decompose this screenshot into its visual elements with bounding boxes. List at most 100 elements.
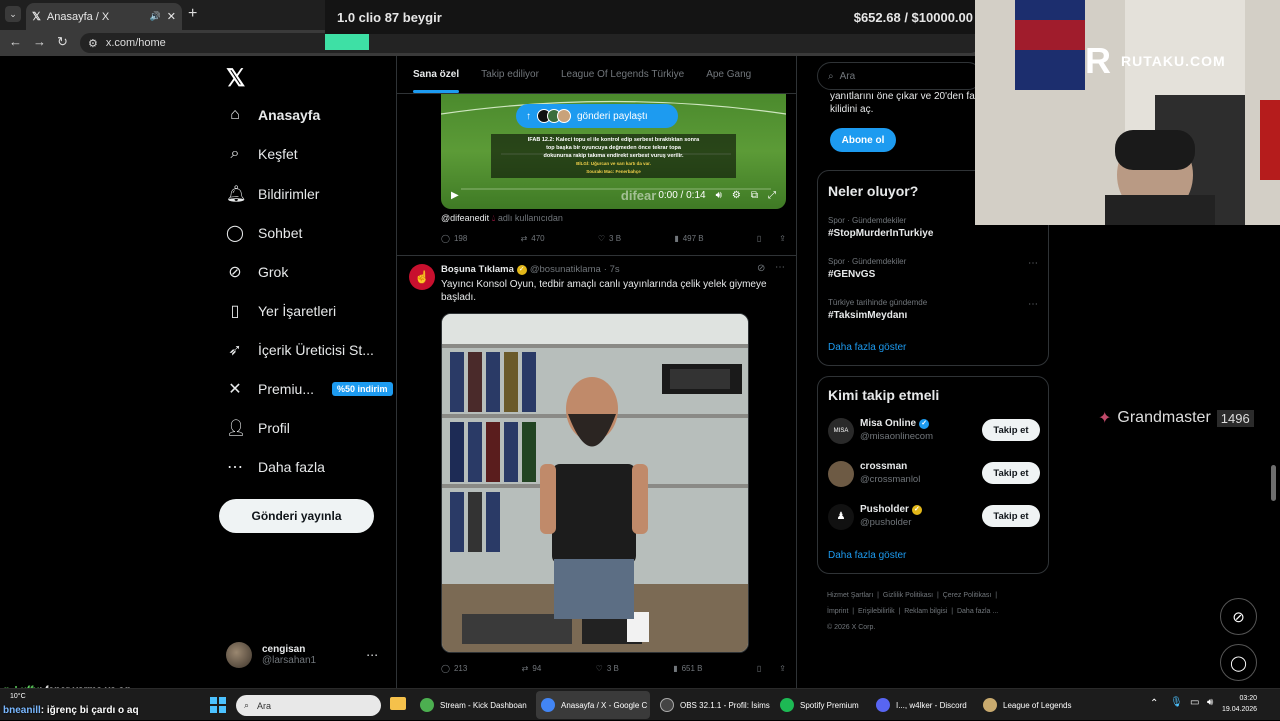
tab-for-you[interactable]: Sana özel xyxy=(413,69,460,93)
x-logo-icon[interactable]: 𝕏 xyxy=(226,64,245,93)
footer-link[interactable]: Hizmet Şartları xyxy=(827,592,873,599)
like-button[interactable]: ♡ 3 B xyxy=(596,664,619,673)
more-dots-icon[interactable]: ⋯ xyxy=(366,648,378,662)
views-button[interactable]: ▮ 651 B xyxy=(673,664,702,673)
taskbar-app[interactable]: League of Legends xyxy=(983,689,1072,721)
post-button[interactable]: Gönderi yayınla xyxy=(219,499,374,533)
reload-icon[interactable]: ↻ xyxy=(57,34,68,50)
tab-ape-gang[interactable]: Ape Gang xyxy=(706,69,751,80)
webcam-scene xyxy=(975,0,1280,225)
view-count: 497 B xyxy=(682,234,704,243)
tab-lol-turkiye[interactable]: League Of Legends Türkiye xyxy=(561,69,684,80)
system-clock[interactable]: 03:20 19.04.2026 xyxy=(1222,693,1257,715)
speaker-icon[interactable]: 🔊 xyxy=(150,11,161,22)
credit-user[interactable]: @difeanedit xyxy=(441,213,489,223)
subscribe-button[interactable]: Abone ol xyxy=(830,128,896,152)
forward-icon[interactable]: → xyxy=(33,34,46,49)
site-info-icon[interactable]: ⚙ xyxy=(88,37,98,50)
taskbar-app[interactable]: Spotify Premium xyxy=(780,689,859,721)
trend-more-icon[interactable]: ⋯ xyxy=(1028,299,1038,310)
close-tab-icon[interactable]: ✕ xyxy=(167,10,176,23)
nav-item-explore[interactable]: ⌕ Keşfet xyxy=(226,145,298,163)
trend-name[interactable]: #StopMurderInTurkiye xyxy=(828,228,933,239)
new-tab-button[interactable]: + xyxy=(188,5,197,23)
bookmark-button[interactable]: ▯ ⇪ xyxy=(757,234,786,243)
post-author-name[interactable]: Boşuna Tıklama xyxy=(441,264,514,275)
play-icon[interactable]: ▶ xyxy=(451,190,459,201)
nav-item-grok[interactable]: ⊘ Grok xyxy=(226,262,288,282)
nav-item-profile[interactable]: 👤︎ Profil xyxy=(226,418,290,438)
messages-fab-button[interactable]: ◯ xyxy=(1220,644,1257,681)
follow-button[interactable]: Takip et xyxy=(982,462,1040,484)
grok-fab-button[interactable]: ⊘ xyxy=(1220,598,1257,635)
fullscreen-icon[interactable]: ⤢ xyxy=(768,190,776,201)
footer-link[interactable]: İmprint xyxy=(827,608,848,615)
repost-button[interactable]: ⇄ 470 xyxy=(521,234,545,243)
windows-start-icon[interactable] xyxy=(210,697,226,713)
post-time[interactable]: · 7s xyxy=(604,264,620,275)
view-count: 651 B xyxy=(681,664,703,673)
footer-link[interactable]: Erişilebilirlik xyxy=(858,608,895,615)
post-author-handle[interactable]: @bosunatiklama xyxy=(530,264,601,275)
reply-button[interactable]: ◯ 213 xyxy=(441,664,467,673)
volume-icon[interactable]: 🔊︎ xyxy=(1207,697,1213,708)
settings-icon[interactable]: ⚙ xyxy=(732,190,741,201)
network-icon[interactable]: ▭ xyxy=(1190,697,1199,708)
like-button[interactable]: ♡ 3 B xyxy=(598,234,621,243)
bookmark-button[interactable]: ▯ ⇪ xyxy=(757,664,786,673)
search-input[interactable]: ⌕ Ara xyxy=(817,62,982,90)
trend-name[interactable]: #TaksimMeydanı xyxy=(828,310,907,321)
shared-post-pill[interactable]: ↑ gönderi paylaştı xyxy=(516,104,678,128)
footer-link[interactable]: Gizlilik Politikası xyxy=(883,592,933,599)
post-more-icon[interactable]: ⋯ xyxy=(775,262,785,273)
follow-suggestion[interactable]: ♟ Pusholder ✓ @pusholder Takip et xyxy=(828,502,1040,532)
page-scrollbar[interactable] xyxy=(1271,465,1276,501)
follow-suggestion[interactable]: crossman @crossmanlol Takip et xyxy=(828,459,1040,489)
taskbar-app[interactable]: OBS 32.1.1 - Profil: İsims xyxy=(660,689,770,721)
follow-show-more-link[interactable]: Daha fazla göster xyxy=(828,550,906,561)
nav-item-creator-studio[interactable]: ➶ İçerik Üreticisi St... xyxy=(226,340,374,360)
tab-following[interactable]: Takip ediliyor xyxy=(481,69,539,80)
video-player[interactable]: ↑ gönderi paylaştı IFAB 12.2: Kaleci top… xyxy=(441,94,786,209)
nav-item-home[interactable]: ⌂ Anasayfa xyxy=(226,106,320,124)
taskbar-app[interactable]: Stream - Kick Dashboan xyxy=(420,689,527,721)
account-switcher[interactable]: cengisan @larsahan1 ⋯ xyxy=(226,642,378,668)
microphone-icon[interactable]: 🎙︎ xyxy=(1170,697,1183,708)
taskbar-search-input[interactable]: ⌕ Ara xyxy=(236,695,381,716)
nav-item-premium[interactable]: ✕ Premiu... %50 indirim xyxy=(226,379,393,399)
taskbar-app[interactable]: Anasayfa / X - Google C xyxy=(541,689,647,721)
follow-button[interactable]: Takip et xyxy=(982,419,1040,441)
weather-widget[interactable]: 10°C xyxy=(10,693,26,700)
follow-suggestion[interactable]: MISA Misa Online ✓ @misaonlinecom Takip e… xyxy=(828,416,1040,446)
volume-icon[interactable]: 🔊︎ xyxy=(716,190,722,201)
nav-item-bookmarks[interactable]: ▯ Yer İşaretleri xyxy=(226,301,336,321)
taskbar-app[interactable]: I..., w4lker - Discord xyxy=(876,689,967,721)
url-input[interactable]: ⚙ x.com/home xyxy=(80,33,980,53)
pip-icon[interactable]: ⧉ xyxy=(751,190,758,201)
footer-link[interactable]: Çerez Politikası xyxy=(943,592,992,599)
overlay-left-text: 1.0 clio 87 beygir xyxy=(337,9,442,25)
footer-link[interactable]: Daha fazla ... xyxy=(957,608,998,615)
trends-show-more-link[interactable]: Daha fazla göster xyxy=(828,342,906,353)
share-icon[interactable]: ⇪ xyxy=(779,234,786,243)
file-explorer-icon[interactable] xyxy=(390,697,406,710)
back-icon[interactable]: ← xyxy=(9,34,22,49)
nav-item-more[interactable]: ⋯ Daha fazla xyxy=(226,457,325,477)
follow-button[interactable]: Takip et xyxy=(982,505,1040,527)
footer-link[interactable]: Reklam bilgisi xyxy=(904,608,947,615)
nav-item-notifications[interactable]: 🔔︎ Bildirimler xyxy=(226,184,319,204)
post-image[interactable] xyxy=(441,313,749,653)
trend-name[interactable]: #GENvGS xyxy=(828,269,875,280)
post-avatar[interactable]: ☝ xyxy=(409,264,435,290)
reply-button[interactable]: ◯ 198 xyxy=(441,234,467,243)
nav-item-chat[interactable]: ◯ Sohbet xyxy=(226,223,302,243)
tab-search-button[interactable]: ⌄ xyxy=(5,6,21,22)
chevron-up-icon[interactable]: ⌃ xyxy=(1150,698,1158,709)
trend-more-icon[interactable]: ⋯ xyxy=(1028,258,1038,269)
views-button[interactable]: ▮ 497 B xyxy=(674,234,703,243)
grok-explain-icon[interactable]: ⊘ xyxy=(757,263,765,274)
avatar: MISA xyxy=(828,418,854,444)
browser-tab-active[interactable]: 𝕏 Anasayfa / X 🔊 ✕ xyxy=(26,3,182,30)
repost-button[interactable]: ⇄ 94 xyxy=(522,664,542,673)
share-icon[interactable]: ⇪ xyxy=(779,664,786,673)
